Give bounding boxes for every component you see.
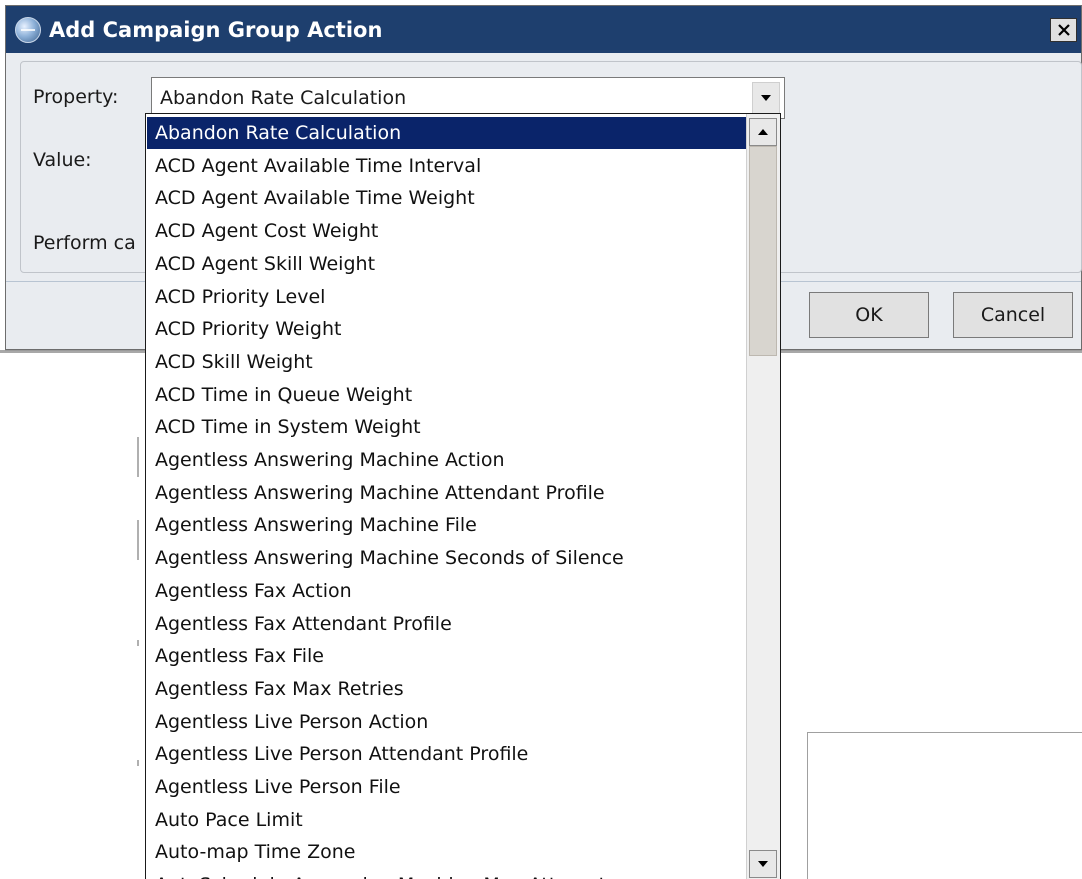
cancel-button[interactable]: Cancel: [953, 292, 1073, 338]
dropdown-option[interactable]: ACD Agent Skill Weight: [147, 248, 747, 280]
property-dropdown-list[interactable]: Abandon Rate Calculation ACD Agent Availa…: [145, 113, 781, 879]
dropdown-scrollbar[interactable]: [746, 114, 780, 879]
dropdown-option[interactable]: Agentless Answering Machine Attendant Pr…: [147, 477, 747, 509]
background-mark: [137, 760, 139, 766]
dropdown-option[interactable]: Agentless Fax File: [147, 640, 747, 672]
property-select-value: Abandon Rate Calculation: [160, 87, 407, 109]
dropdown-option[interactable]: Auto-map Time Zone: [147, 836, 747, 868]
dialog-title: Add Campaign Group Action: [49, 17, 383, 42]
dropdown-option[interactable]: Abandon Rate Calculation: [147, 117, 748, 149]
background-mark: [137, 520, 139, 560]
dropdown-option[interactable]: ACD Priority Level: [147, 281, 747, 313]
dropdown-option[interactable]: ACD Skill Weight: [147, 346, 747, 378]
chevron-down-icon: [761, 95, 771, 101]
background-panel: [807, 732, 1082, 879]
dropdown-option[interactable]: ACD Agent Cost Weight: [147, 215, 747, 247]
dropdown-arrow-button[interactable]: [752, 82, 780, 114]
globe-icon: [15, 16, 41, 43]
dropdown-option[interactable]: ACD Time in System Weight: [147, 411, 747, 443]
dropdown-option[interactable]: ACD Time in Queue Weight: [147, 379, 747, 411]
dropdown-option[interactable]: Agentless Answering Machine Seconds of S…: [147, 542, 747, 574]
dropdown-option[interactable]: Auto Pace Limit: [147, 804, 747, 836]
chevron-up-icon: [758, 129, 768, 135]
property-label: Property:: [33, 86, 119, 108]
title-bar: Add Campaign Group Action: [6, 6, 1081, 53]
close-icon: [1057, 24, 1070, 36]
dropdown-option[interactable]: Agentless Fax Attendant Profile: [147, 608, 747, 640]
close-button[interactable]: [1050, 18, 1077, 42]
background-mark: [137, 640, 139, 646]
dropdown-option[interactable]: Agentless Live Person Attendant Profile: [147, 738, 747, 770]
dropdown-option[interactable]: Agentless Answering Machine File: [147, 509, 747, 541]
dropdown-option[interactable]: ACD Agent Available Time Interval: [147, 150, 747, 182]
value-label: Value:: [33, 149, 92, 171]
dropdown-option[interactable]: Agentless Fax Action: [147, 575, 747, 607]
dropdown-option[interactable]: Agentless Live Person File: [147, 771, 747, 803]
dropdown-option[interactable]: AutoSchedule Answering Machine Max Attem…: [147, 869, 747, 879]
perform-label: Perform ca: [33, 232, 136, 254]
scroll-thumb[interactable]: [749, 146, 777, 356]
dropdown-option[interactable]: Agentless Answering Machine Action: [147, 444, 747, 476]
dropdown-option[interactable]: ACD Priority Weight: [147, 313, 747, 345]
background-mark: [137, 437, 139, 477]
dropdown-option[interactable]: ACD Agent Available Time Weight: [147, 182, 747, 214]
scroll-down-button[interactable]: [749, 850, 777, 878]
chevron-down-icon: [758, 861, 768, 867]
ok-button[interactable]: OK: [809, 292, 929, 338]
scroll-up-button[interactable]: [749, 118, 777, 146]
dropdown-option[interactable]: Agentless Live Person Action: [147, 706, 747, 738]
dropdown-option[interactable]: Agentless Fax Max Retries: [147, 673, 747, 705]
